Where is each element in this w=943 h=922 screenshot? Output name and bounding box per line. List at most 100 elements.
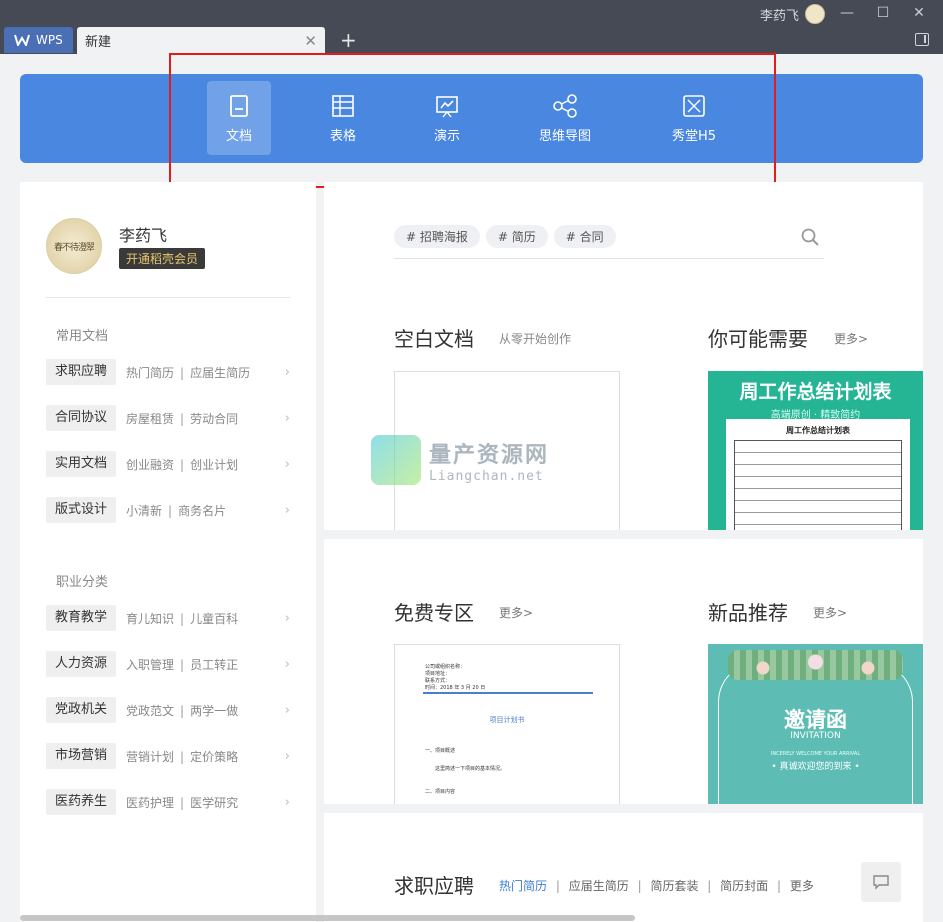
section-subtitle: 从零开始创作 bbox=[499, 332, 572, 346]
search-tag[interactable]: # 简历 bbox=[485, 225, 548, 248]
side-panel-icon[interactable] bbox=[915, 33, 929, 46]
tab-label: WPS bbox=[36, 33, 63, 47]
list-item[interactable]: 市场营销 营销计划 | 定价策略 › bbox=[46, 743, 290, 769]
category-tag[interactable]: 教育教学 bbox=[46, 605, 117, 631]
category-tag[interactable]: 求职应聘 bbox=[46, 359, 117, 385]
template-thumbnail-invitation[interactable]: 邀请函 INVITATION INCERELY WELCOME YOUR ARR… bbox=[708, 644, 923, 804]
avatar-icon[interactable] bbox=[805, 4, 825, 24]
minimize-button[interactable]: — bbox=[829, 2, 865, 24]
sub-link[interactable]: 房屋租赁 bbox=[126, 412, 174, 426]
maximize-button[interactable]: ☐ bbox=[865, 2, 901, 24]
list-item[interactable]: 医药养生 医药护理 | 医学研究 › bbox=[46, 789, 290, 815]
chevron-right-icon[interactable]: › bbox=[285, 457, 290, 472]
section-title: 空白文档 bbox=[394, 327, 474, 351]
more-link[interactable]: 更多> bbox=[813, 604, 847, 621]
avatar[interactable]: 春不待澄翠 bbox=[46, 218, 102, 274]
list-item[interactable]: 教育教学 育儿知识 | 儿童百科 › bbox=[46, 605, 290, 631]
job-link[interactable]: 热门简历 bbox=[499, 879, 547, 893]
list-item[interactable]: 合同协议 房屋租赁 | 劳动合同 › bbox=[46, 405, 290, 431]
sub-link[interactable]: 劳动合同 bbox=[190, 412, 238, 426]
sub-link[interactable]: 医学研究 bbox=[190, 796, 238, 810]
sub-link[interactable]: 儿童百科 bbox=[190, 612, 238, 626]
category-tag[interactable]: 人力资源 bbox=[46, 651, 117, 677]
thumbnail-paper-title: 周工作总结计划表 bbox=[786, 426, 850, 435]
account-name[interactable]: 李药飞 bbox=[760, 5, 799, 24]
category-tag[interactable]: 版式设计 bbox=[46, 497, 117, 523]
thumbnail-title: 周工作总结计划表 bbox=[739, 381, 892, 403]
invitation-small-text: INCERELY WELCOME YOUR ARRIVAL bbox=[770, 751, 861, 757]
sub-link[interactable]: 热门简历 bbox=[126, 366, 174, 380]
doc-accent-bar bbox=[423, 692, 593, 694]
tab-label: 新建 bbox=[85, 35, 112, 50]
sub-link[interactable]: 小清新 bbox=[126, 504, 162, 518]
doc-line: 这里简述一下项目的基本情况。 bbox=[435, 766, 506, 772]
sub-link[interactable]: 育儿知识 bbox=[126, 612, 174, 626]
category-tag[interactable]: 实用文档 bbox=[46, 451, 117, 477]
sub-link[interactable]: 创业计划 bbox=[190, 458, 238, 472]
doc-line: 项目地址： bbox=[425, 671, 451, 677]
template-thumbnail-plan[interactable]: 公司或组织名称： 项目地址： 联系方式： 时间：2018 年 3 月 20 日 … bbox=[394, 644, 620, 804]
job-link[interactable]: 简历封面 bbox=[720, 879, 768, 893]
chevron-right-icon[interactable]: › bbox=[285, 365, 290, 380]
job-link[interactable]: 简历套装 bbox=[650, 879, 698, 893]
search-icon[interactable] bbox=[801, 228, 819, 246]
list-item[interactable]: 党政机关 党政范文 | 两学一做 › bbox=[46, 697, 290, 723]
close-button[interactable]: ✕ bbox=[901, 2, 937, 24]
search-tags: # 招聘海报 # 简历 # 合同 bbox=[394, 225, 616, 248]
feedback-button[interactable] bbox=[861, 862, 901, 902]
horizontal-scrollbar[interactable] bbox=[20, 915, 635, 921]
thumbnail-table bbox=[734, 440, 902, 530]
doc-line: 公司或组织名称： bbox=[425, 664, 466, 670]
highlight-box bbox=[169, 53, 776, 188]
chevron-right-icon[interactable]: › bbox=[285, 795, 290, 810]
list-item[interactable]: 人力资源 入职管理 | 员工转正 › bbox=[46, 651, 290, 677]
watermark-logo-icon bbox=[371, 435, 421, 485]
close-icon[interactable]: ✕ bbox=[304, 32, 317, 50]
category-tag[interactable]: 合同协议 bbox=[46, 405, 117, 431]
chevron-right-icon[interactable]: › bbox=[285, 703, 290, 718]
search-tag[interactable]: # 合同 bbox=[553, 225, 616, 248]
sub-link[interactable]: 医药护理 bbox=[126, 796, 174, 810]
sub-link[interactable]: 党政范文 bbox=[126, 704, 174, 718]
category-tag[interactable]: 党政机关 bbox=[46, 697, 117, 723]
account-area[interactable]: 李药飞 bbox=[760, 4, 825, 24]
chat-icon bbox=[873, 874, 889, 890]
category-tag[interactable]: 医药养生 bbox=[46, 789, 117, 815]
card-free-and-new: 免费专区 更多> 新品推荐 更多> 公司或组织名称： 项目地址： 联系方式： 时… bbox=[324, 539, 923, 804]
chevron-right-icon[interactable]: › bbox=[285, 749, 290, 764]
list-item[interactable]: 实用文档 创业融资 | 创业计划 › bbox=[46, 451, 290, 477]
sub-link[interactable]: 应届生简历 bbox=[190, 366, 250, 380]
job-links: 热门简历 | 应届生简历 | 简历套装 | 简历封面 | 更多 bbox=[499, 879, 814, 893]
sub-link[interactable]: 定价策略 bbox=[190, 750, 238, 764]
sub-link[interactable]: 员工转正 bbox=[190, 658, 238, 672]
chevron-right-icon[interactable]: › bbox=[285, 411, 290, 426]
doc-heading: 一、项目概述 bbox=[425, 748, 456, 754]
add-tab-button[interactable]: + bbox=[340, 28, 357, 52]
section-title-common: 常用文档 bbox=[56, 329, 109, 344]
chevron-right-icon[interactable]: › bbox=[285, 657, 290, 672]
job-link[interactable]: 更多 bbox=[790, 879, 814, 893]
chevron-right-icon[interactable]: › bbox=[285, 611, 290, 626]
template-thumbnail-weekly[interactable]: 周工作总结计划表 高端原创 · 精致简约 周工作总结计划表 bbox=[708, 371, 923, 530]
search-input[interactable] bbox=[394, 258, 824, 259]
sub-link[interactable]: 入职管理 bbox=[126, 658, 174, 672]
sub-link[interactable]: 商务名片 bbox=[178, 504, 226, 518]
category-tag[interactable]: 市场营销 bbox=[46, 743, 117, 769]
search-tag[interactable]: # 招聘海报 bbox=[394, 225, 480, 248]
doc-title: 项目计划书 bbox=[489, 716, 525, 724]
section-title: 免费专区 bbox=[394, 601, 474, 625]
vip-button[interactable]: 开通稻壳会员 bbox=[119, 248, 206, 269]
sub-link[interactable]: 营销计划 bbox=[126, 750, 174, 764]
sub-link[interactable]: 两学一做 bbox=[190, 704, 238, 718]
list-item[interactable]: 求职应聘 热门简历 | 应届生简历 › bbox=[46, 359, 290, 385]
user-name: 李药飞 bbox=[119, 226, 168, 245]
list-item[interactable]: 版式设计 小清新 | 商务名片 › bbox=[46, 497, 290, 523]
more-link[interactable]: 更多> bbox=[834, 330, 868, 347]
chevron-right-icon[interactable]: › bbox=[285, 503, 290, 518]
tab-new[interactable]: 新建 ✕ bbox=[77, 27, 325, 54]
sub-link[interactable]: 创业融资 bbox=[126, 458, 174, 472]
invitation-title: 邀请函 bbox=[784, 708, 847, 732]
more-link[interactable]: 更多> bbox=[499, 604, 533, 621]
job-link[interactable]: 应届生简历 bbox=[569, 879, 629, 893]
tab-wps-home[interactable]: WPS bbox=[4, 27, 73, 53]
